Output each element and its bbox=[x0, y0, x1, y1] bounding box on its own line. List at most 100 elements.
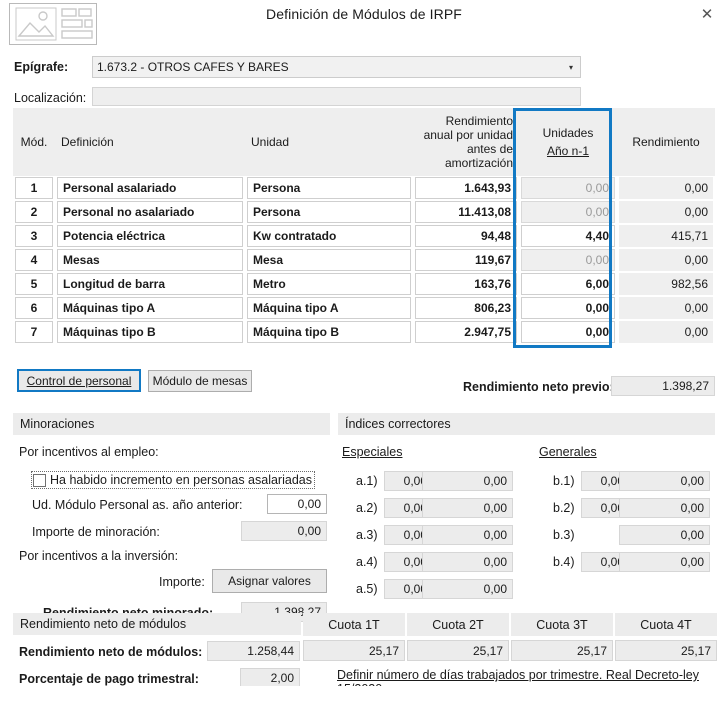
table-row: 3 Potencia eléctrica Kw contratado 94,48 4,4… bbox=[13, 224, 715, 248]
cuota-1-value: 25,17 bbox=[303, 640, 405, 661]
indices-correctores-title: Índices correctores bbox=[338, 413, 715, 435]
row-3-rendimiento-unidad: 94,48 bbox=[415, 225, 517, 247]
porcentaje-pago-trimestral-value[interactable]: 2,00 bbox=[240, 668, 300, 688]
row-7-definicion: Máquinas tipo B bbox=[57, 321, 243, 343]
table-row: 6 Máquinas tipo A Máquina tipo A 806,23 0,00… bbox=[13, 296, 715, 320]
table-row: 5 Longitud de barra Metro 163,76 6,00 982,56 bbox=[13, 272, 715, 296]
row-1-mod: 1 bbox=[15, 177, 53, 199]
minoraciones-body: Por incentivos al empleo: Ha habido incr… bbox=[13, 435, 330, 622]
generales-4-value: 0,00 bbox=[619, 552, 710, 572]
row-5-rendimiento-unidad: 163,76 bbox=[415, 273, 517, 295]
cuota-3-value: 25,17 bbox=[511, 640, 613, 661]
generales-1-label: b.1) bbox=[553, 474, 575, 488]
incremento-personas-checkbox[interactable] bbox=[33, 473, 46, 487]
row-4-unidades: 0,00 bbox=[521, 249, 615, 271]
row-7-unidades[interactable]: 0,00 bbox=[521, 321, 615, 343]
ud-modulo-personal-label: Ud. Módulo Personal as. año anterior: bbox=[32, 498, 243, 512]
row-6-unidades[interactable]: 0,00 bbox=[521, 297, 615, 319]
row-5-rendimiento: 982,56 bbox=[619, 273, 713, 295]
row-5-definicion: Longitud de barra bbox=[57, 273, 243, 295]
especiales-3-label: a.3) bbox=[356, 528, 378, 542]
row-2-definicion: Personal no asalariado bbox=[57, 201, 243, 223]
row-5-unidad: Metro bbox=[247, 273, 411, 295]
row-4-unidad: Mesa bbox=[247, 249, 411, 271]
row-2-rendimiento-unidad: 11.413,08 bbox=[415, 201, 517, 223]
col-header-unidades-sub: Año n-1 bbox=[546, 144, 590, 158]
row-4-rendimiento-unidad: 119,67 bbox=[415, 249, 517, 271]
row-5-mod: 5 bbox=[15, 273, 53, 295]
generales-4-label: b.4) bbox=[553, 555, 575, 569]
row-2-unidades: 0,00 bbox=[521, 201, 615, 223]
row-3-unidades[interactable]: 4,40 bbox=[521, 225, 615, 247]
row-5-unidades[interactable]: 6,00 bbox=[521, 273, 615, 295]
rendimiento-neto-previo-label: Rendimiento neto previo: bbox=[463, 380, 614, 394]
cuota-2-value: 25,17 bbox=[407, 640, 509, 661]
cuota-4-header: Cuota 4T bbox=[615, 613, 717, 636]
indices-body: Especiales Generales a.1) 0,00 0,00 a.2) 0,0… bbox=[338, 435, 715, 599]
rendimiento-neto-modulos-title: Rendimiento neto de módulos bbox=[13, 613, 301, 635]
especiales-link[interactable]: Especiales bbox=[342, 445, 402, 459]
por-incentivos-empleo-label: Por incentivos al empleo: bbox=[19, 445, 159, 459]
page-title: Definición de Módulos de IRPF bbox=[266, 6, 462, 22]
row-1-rendimiento: 0,00 bbox=[619, 177, 713, 199]
row-3-definicion: Potencia eléctrica bbox=[57, 225, 243, 247]
row-4-mod: 4 bbox=[15, 249, 53, 271]
importe-minoracion-label: Importe de minoración: bbox=[32, 525, 160, 539]
row-4-rendimiento: 0,00 bbox=[619, 249, 713, 271]
control-de-personal-button[interactable]: Control de personal bbox=[17, 369, 141, 392]
col-header-rend-unidad-text: Rendimiento anual por unidad antes de am… bbox=[423, 114, 513, 170]
col-header-mod: Mód. bbox=[13, 108, 55, 176]
title-bar: Definición de Módulos de IRPF ✕ bbox=[0, 0, 728, 45]
row-7-mod: 7 bbox=[15, 321, 53, 343]
table-body: 1 Personal asalariado Persona 1.643,93 0,00 0… bbox=[13, 176, 715, 344]
minoraciones-title: Minoraciones bbox=[13, 413, 330, 435]
por-incentivos-inversion-label: Por incentivos a la inversión: bbox=[19, 549, 179, 563]
row-3-unidad: Kw contratado bbox=[247, 225, 411, 247]
row-7-rendimiento-unidad: 2.947,75 bbox=[415, 321, 517, 343]
asignar-valores-button[interactable]: Asignar valores bbox=[212, 569, 327, 593]
col-header-unidad: Unidad bbox=[245, 108, 413, 176]
rendimiento-neto-modulos-value: 1.258,44 bbox=[207, 641, 300, 661]
row-3-rendimiento: 415,71 bbox=[619, 225, 713, 247]
chevron-down-icon: ▾ bbox=[568, 62, 573, 72]
epigrafe-select[interactable]: 1.673.2 - OTROS CAFES Y BARES ▾ bbox=[92, 56, 581, 78]
col-header-unidades-text: Unidades bbox=[542, 126, 594, 140]
row-7-unidad: Máquina tipo B bbox=[247, 321, 411, 343]
incremento-personas-checkbox-row[interactable]: Ha habido incremento en personas asalari… bbox=[31, 471, 315, 489]
cuota-1-header: Cuota 1T bbox=[303, 613, 405, 636]
epigrafe-value: 1.673.2 - OTROS CAFES Y BARES bbox=[97, 60, 289, 74]
table-header-row: Mód. Definición Unidad Rendimiento anual… bbox=[13, 108, 715, 176]
row-1-definicion: Personal asalariado bbox=[57, 177, 243, 199]
row-6-mod: 6 bbox=[15, 297, 53, 319]
row-2-unidad: Persona bbox=[247, 201, 411, 223]
row-6-unidad: Máquina tipo A bbox=[247, 297, 411, 319]
especiales-1-label: a.1) bbox=[356, 474, 378, 488]
rendimiento-neto-modulos-label: Rendimiento neto de módulos: bbox=[19, 645, 203, 659]
row-6-definicion: Máquinas tipo A bbox=[57, 297, 243, 319]
ud-modulo-personal-input[interactable]: 0,00 bbox=[267, 494, 327, 514]
rendimiento-neto-modulos-panel: Rendimiento neto de módulos Rendimiento … bbox=[13, 613, 301, 688]
col-header-rend-unidad: Rendimiento anual por unidad antes de am… bbox=[413, 108, 519, 176]
especiales-2-value: 0,00 bbox=[422, 498, 513, 518]
col-header-definicion: Definición bbox=[55, 108, 245, 176]
rendimiento-neto-modulos-body: Rendimiento neto de módulos: 1.258,44 Po… bbox=[13, 635, 301, 688]
localizacion-input[interactable] bbox=[92, 87, 581, 106]
row-2-rendimiento: 0,00 bbox=[619, 201, 713, 223]
table-row: 2 Personal no asalariado Persona 11.413,08 0… bbox=[13, 200, 715, 224]
especiales-1-value: 0,00 bbox=[422, 471, 513, 491]
row-1-unidades: 0,00 bbox=[521, 177, 615, 199]
epigrafe-label: Epígrafe: bbox=[14, 60, 69, 74]
table-row: 4 Mesas Mesa 119,67 0,00 0,00 bbox=[13, 248, 715, 272]
irpf-modules-dialog: Definición de Módulos de IRPF ✕ Epígrafe… bbox=[0, 0, 728, 724]
modulo-de-mesas-button[interactable]: Módulo de mesas bbox=[148, 370, 252, 392]
row-1-unidad: Persona bbox=[247, 177, 411, 199]
localizacion-label: Localización: bbox=[14, 91, 87, 105]
col-header-rendimiento: Rendimiento bbox=[617, 108, 715, 176]
generales-link[interactable]: Generales bbox=[539, 445, 597, 459]
minoraciones-panel: Minoraciones Por incentivos al empleo: H… bbox=[13, 413, 330, 622]
generales-1-value: 0,00 bbox=[619, 471, 710, 491]
generales-2-value: 0,00 bbox=[619, 498, 710, 518]
table-row: 1 Personal asalariado Persona 1.643,93 0,00 0… bbox=[13, 176, 715, 200]
importe-minoracion-value: 0,00 bbox=[241, 521, 327, 541]
close-icon[interactable]: ✕ bbox=[692, 2, 722, 26]
